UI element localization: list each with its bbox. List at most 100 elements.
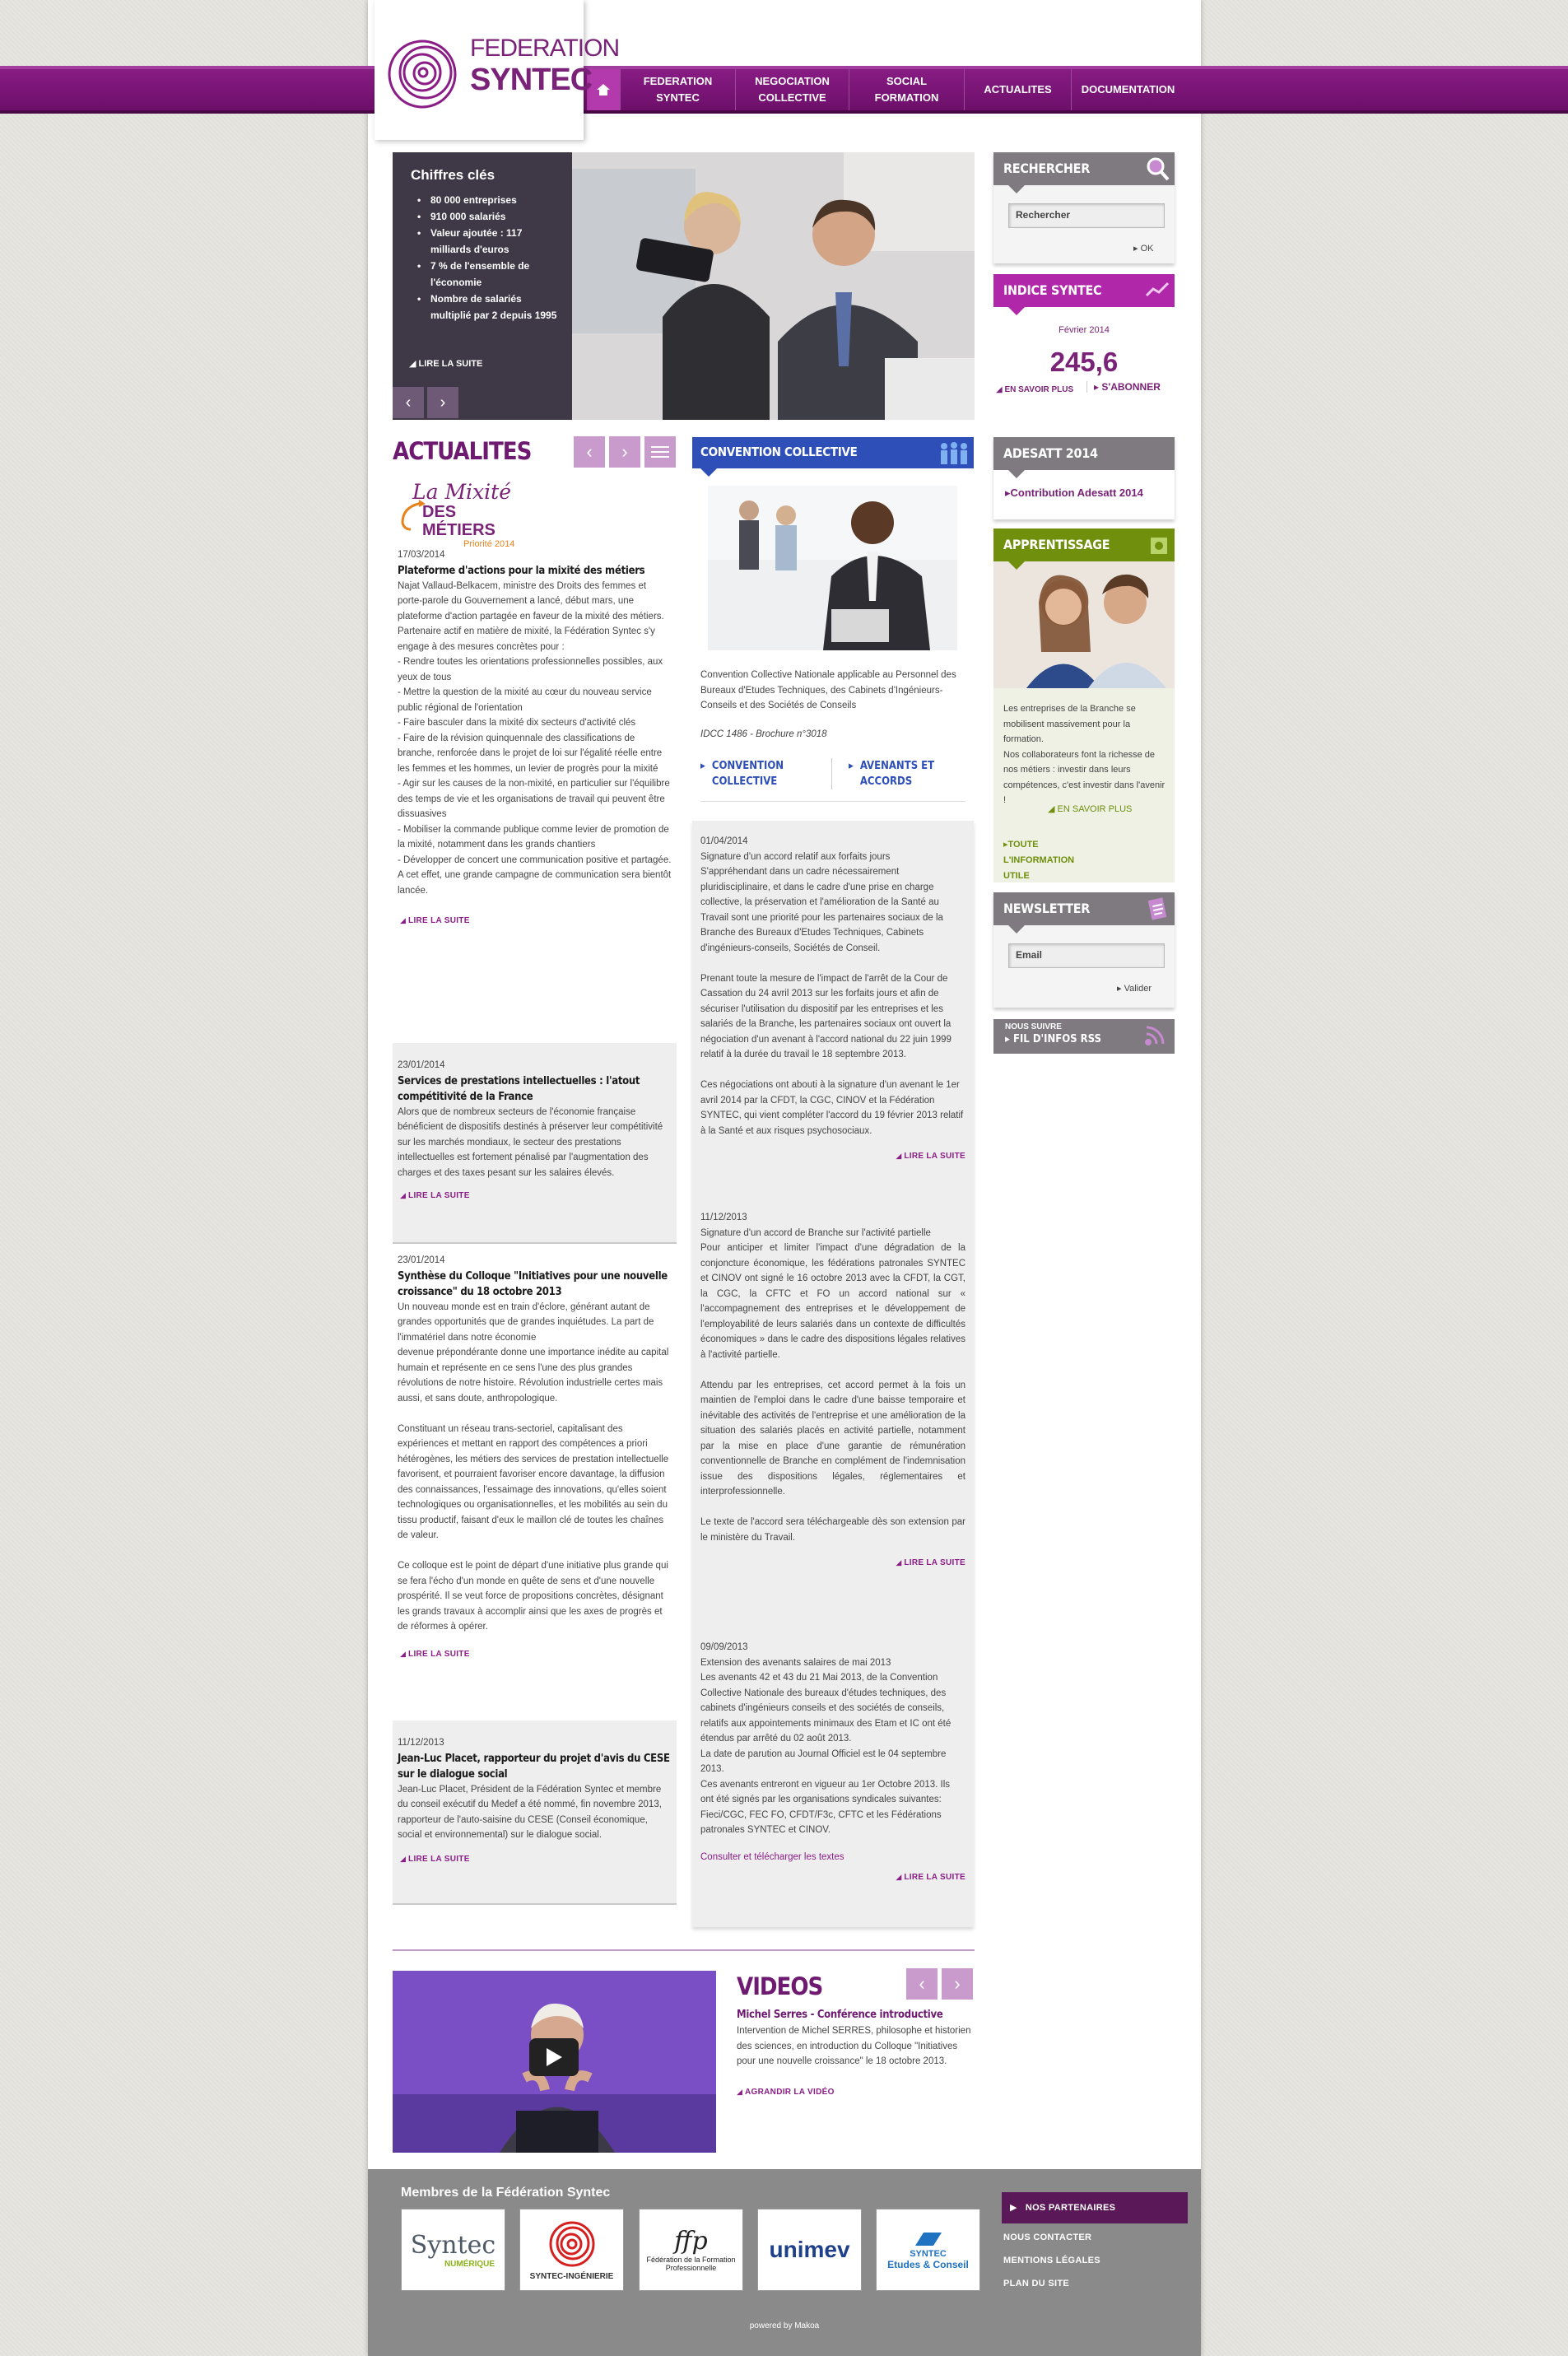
lire-la-suite-link[interactable]: LIRE LA SUITE (398, 1851, 672, 1868)
nav-federation-syntec[interactable]: FEDERATION SYNTEC (620, 69, 735, 110)
actu-article: 11/12/2013 Jean-Luc Placet, rapporteur d… (393, 1720, 677, 1905)
convention-article: 09/09/2013 Extension des avenants salair… (692, 1640, 974, 1886)
convention-collective-link[interactable]: ▸ CONVENTION COLLECTIVE (700, 758, 832, 789)
convention-idcc: IDCC 1486 - Brochure n°3018 (700, 729, 827, 739)
article-body: Alors que de nombreux secteurs de l'écon… (398, 1106, 663, 1178)
powered-by[interactable]: powered by Makoa (368, 2321, 1201, 2330)
list-item: 7 % de l'ensemble de l'économie (416, 258, 560, 291)
triangle-icon: ▸ (1133, 244, 1141, 254)
indice-month: Février 2014 (1059, 325, 1110, 335)
nous-contacter-link[interactable]: NOUS CONTACTER (1003, 2233, 1091, 2242)
search-input[interactable]: Rechercher (1008, 203, 1165, 228)
header-pointer (700, 468, 717, 477)
chiffres-lire-suite-link[interactable]: ◢ LIRE LA SUITE (409, 358, 482, 369)
article-date: 09/09/2013 (700, 1642, 748, 1652)
apprentissage-en-savoir-plus-link[interactable]: ◢ EN SAVOIR PLUS (1048, 803, 1132, 814)
convention-article: 01/04/2014 Signature d'un accord relatif… (692, 834, 974, 1165)
newsletter-box: NEWSLETTER Email ▸ Valider (993, 892, 1175, 1008)
actu-next-button[interactable]: › (609, 436, 640, 468)
newsletter-valider-button[interactable]: ▸ Valider (1117, 983, 1152, 994)
actu-prev-button[interactable]: ‹ (574, 436, 605, 468)
chevron-left-icon: ‹ (586, 441, 593, 462)
indice-abonner-link[interactable]: ▸ S'ABONNER (1086, 381, 1161, 393)
avenants-accords-link[interactable]: ▸ AVENANTS ET ACCORDS (832, 758, 942, 789)
slider-next-button[interactable]: › (427, 387, 458, 418)
plan-du-site-link[interactable]: PLAN DU SITE (1003, 2279, 1069, 2288)
contribution-adesatt-link[interactable]: ▸Contribution Adesatt 2014 (1005, 487, 1143, 500)
article-date: 11/12/2013 (398, 1738, 444, 1748)
convention-photo (708, 486, 957, 650)
agrandir-video-link[interactable]: AGRANDIR LA VIDÉO (737, 2088, 971, 2097)
member-ffp[interactable]: ffp Fédération de la Formation Professio… (639, 2209, 743, 2291)
article-title[interactable]: Services de prestations intellectuelles … (398, 1073, 672, 1105)
lire-la-suite-link[interactable]: LIRE LA SUITE (398, 1646, 672, 1663)
indice-en-savoir-plus-link[interactable]: ◢ EN SAVOIR PLUS (996, 385, 1073, 394)
article-title[interactable]: Signature d'un accord relatif aux forfai… (700, 850, 965, 865)
article-title[interactable]: Extension des avenants salaires de mai 2… (700, 1655, 965, 1671)
consulter-textes-link[interactable]: Consulter et télécharger les textes (700, 1850, 965, 1865)
chevron-right-icon: › (621, 441, 628, 462)
nav-social-formation[interactable]: SOCIAL FORMATION (849, 69, 964, 110)
chiffres-cles-list: 80 000 entreprises 910 000 salariés Vale… (416, 192, 560, 324)
logo-line1: FEDERATION (470, 35, 620, 62)
rss-link[interactable]: NOUS SUIVRE ▸ FIL D'INFOS RSS (993, 1019, 1175, 1054)
federation-syntec-logo[interactable]: FEDERATION SYNTEC (375, 0, 620, 140)
nav-negociation-collective[interactable]: NEGOCIATION COLLECTIVE (735, 69, 849, 110)
article-title[interactable]: Plateforme d'actions pour la mixité des … (398, 563, 672, 579)
lire-la-suite-link[interactable]: LIRE LA SUITE (700, 1555, 965, 1571)
header-pointer (1008, 925, 1025, 934)
article-date: 01/04/2014 (700, 836, 748, 846)
article-date: 23/01/2014 (398, 1060, 445, 1070)
header-pointer (1008, 185, 1025, 193)
actu-list-button[interactable] (644, 436, 676, 468)
newsletter-icon (1147, 897, 1167, 920)
chevron-left-icon: ‹ (405, 393, 412, 412)
member-unimev[interactable]: unimev (757, 2209, 862, 2291)
article-title[interactable]: Synthèse du Colloque "Initiatives pour u… (398, 1269, 672, 1300)
people-icon (941, 442, 967, 464)
play-button[interactable] (529, 2038, 579, 2076)
article-body: Pour anticiper et limiter l'impact d'une… (700, 1243, 965, 1543)
video-next-button[interactable]: › (942, 1968, 973, 2000)
toute-information-utile-link[interactable]: ▸TOUTE L'INFORMATION UTILE (1003, 837, 1102, 884)
rss-icon (1145, 1026, 1165, 1045)
actu-article: 23/01/2014 Synthèse du Colloque "Initiat… (393, 1253, 677, 1662)
indice-value: 245,6 (1049, 347, 1119, 377)
member-syntec-numerique[interactable]: Syntec NUMÉRIQUE (401, 2209, 505, 2291)
header-pointer (1008, 470, 1025, 478)
apprentissage-photo (993, 561, 1175, 688)
email-field[interactable]: Email (1008, 943, 1165, 968)
spiral-logo-icon (388, 40, 457, 109)
nav-documentation[interactable]: DOCUMENTATION (1071, 69, 1184, 110)
etudes-conseil-logo-icon (914, 2233, 942, 2246)
chiffres-cles-title: Chiffres clés (411, 167, 496, 183)
main-nav: FEDERATION SYNTEC NEGOCIATION COLLECTIVE… (587, 69, 1184, 110)
search-box: RECHERCHER Rechercher ▸ OK (993, 152, 1175, 263)
triangle-icon: ◢ (996, 385, 1005, 394)
mentions-legales-link[interactable]: MENTIONS LÉGALES (1003, 2256, 1100, 2265)
member-syntec-etudes-conseil[interactable]: SYNTEC Etudes & Conseil (876, 2209, 980, 2291)
article-title[interactable]: Signature d'un accord de Branche sur l'a… (700, 1226, 965, 1241)
header-pointer (1008, 561, 1025, 570)
lire-la-suite-link[interactable]: LIRE LA SUITE (398, 1188, 672, 1204)
article-title[interactable]: Jean-Luc Placet, rapporteur du projet d'… (398, 1751, 672, 1782)
nav-actualites[interactable]: ACTUALITES (964, 69, 1071, 110)
footer-members-title: Membres de la Fédération Syntec (401, 2186, 611, 2200)
triangle-icon: ▸ (1094, 381, 1102, 393)
convention-description: Convention Collective Nationale applicab… (700, 670, 956, 710)
slider-prev-button[interactable]: ‹ (393, 387, 424, 418)
video-player[interactable] (393, 1971, 716, 2153)
video-title[interactable]: Michel Serres - Conférence introductive (737, 2009, 971, 2021)
lire-la-suite-link[interactable]: LIRE LA SUITE (700, 1869, 965, 1886)
convention-header: CONVENTION COLLECTIVE (692, 437, 974, 477)
member-syntec-ingenierie[interactable]: SYNTEC-INGÉNIERIE (519, 2209, 624, 2291)
search-ok-button[interactable]: ▸ OK (1133, 243, 1153, 254)
video-prev-button[interactable]: ‹ (906, 1968, 938, 2000)
nos-partenaires-button[interactable]: ▶ NOS PARTENAIRES (1002, 2192, 1188, 2223)
triangle-icon: ▸ (1117, 984, 1124, 994)
apprentissage-header: APPRENTISSAGE (993, 528, 1175, 561)
lire-la-suite-link[interactable]: LIRE LA SUITE (398, 913, 672, 929)
certificate-icon (1151, 538, 1167, 554)
lire-la-suite-link[interactable]: LIRE LA SUITE (700, 1148, 965, 1165)
mixite-metiers-logo: La Mixité DES MÉTIERS Priorité 2014 (398, 482, 521, 549)
